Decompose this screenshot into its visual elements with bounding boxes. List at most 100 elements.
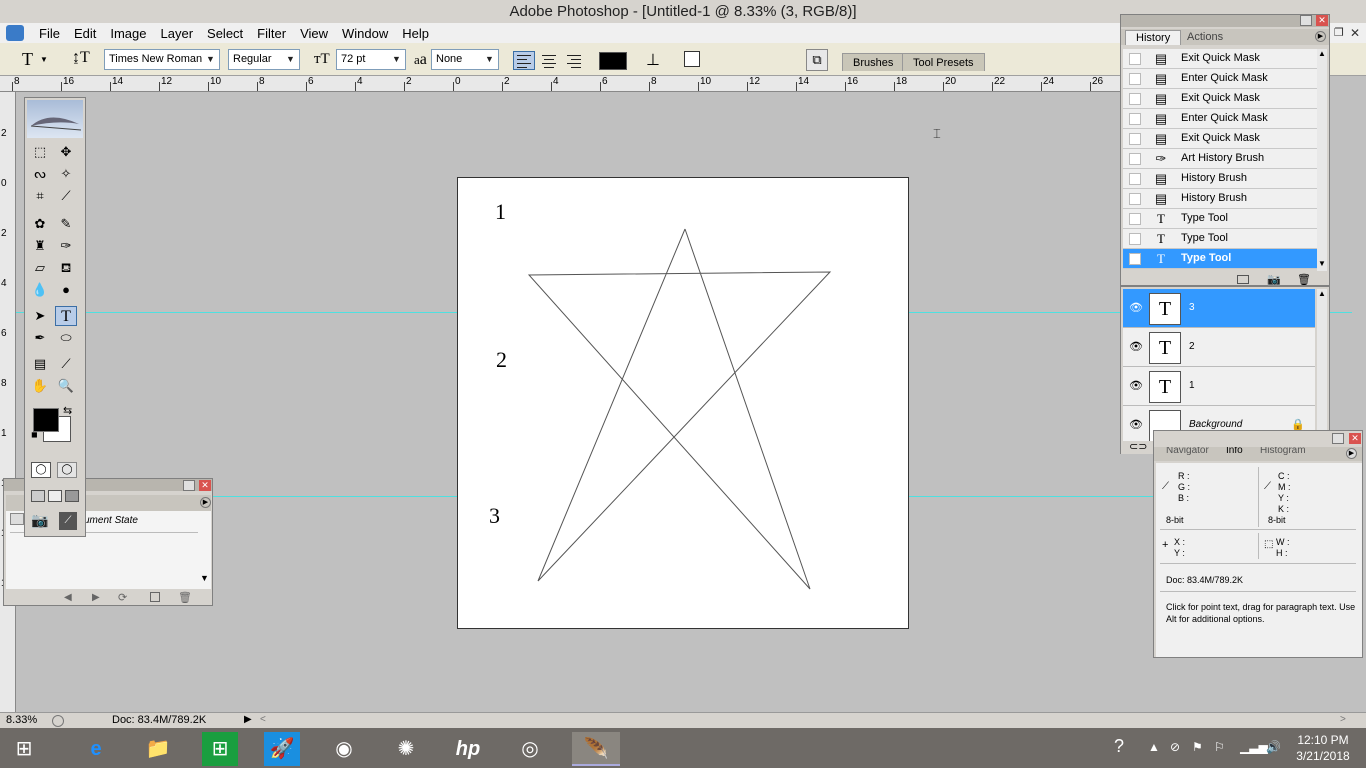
history-brush-tool-icon[interactable]: ✑: [55, 236, 77, 256]
antialias-select[interactable]: None ▼: [431, 49, 499, 70]
move-tool-icon[interactable]: ✥: [55, 142, 77, 162]
scroll-up-icon[interactable]: ▲: [1318, 289, 1326, 298]
step-forward-icon[interactable]: ▶: [92, 592, 100, 603]
chrome-icon[interactable]: ◎: [512, 732, 548, 766]
scroll-left-icon[interactable]: <: [260, 714, 266, 725]
imageready-icon[interactable]: ⟋: [59, 512, 77, 530]
align-center-button[interactable]: [538, 51, 560, 70]
type-tool-preset-icon[interactable]: T: [22, 49, 33, 70]
ellipse-tool-icon[interactable]: ⬭: [55, 328, 77, 348]
pen-tool-icon[interactable]: ✒: [29, 328, 51, 348]
eye-icon[interactable]: 👁: [1129, 379, 1143, 392]
hand-tool-icon[interactable]: ✋: [29, 376, 51, 396]
close-icon[interactable]: ✕: [199, 480, 211, 491]
layer-name[interactable]: Background: [1189, 419, 1242, 430]
close-icon[interactable]: ✕: [1316, 15, 1328, 26]
menu-help[interactable]: Help: [395, 26, 436, 41]
menu-edit[interactable]: Edit: [67, 26, 103, 41]
notes-tool-icon[interactable]: ▤: [29, 354, 51, 374]
eye-icon[interactable]: 👁: [1129, 301, 1143, 314]
action-center-icon[interactable]: ⚐: [1214, 740, 1225, 754]
clone-stamp-tool-icon[interactable]: ♜: [29, 236, 51, 256]
history-source-checkbox[interactable]: [1129, 93, 1141, 105]
panel-menu-icon[interactable]: ▶: [1315, 31, 1326, 42]
font-style-select[interactable]: Regular ▼: [228, 49, 300, 70]
doc-close-icon[interactable]: ✕: [1350, 24, 1360, 44]
layer-row-1[interactable]: 👁 T 1: [1123, 367, 1315, 406]
history-item[interactable]: ▤ Enter Quick Mask: [1123, 109, 1317, 129]
paint-bucket-tool-icon[interactable]: ⛾: [55, 258, 77, 278]
clock-time[interactable]: 12:10 PM: [1296, 733, 1350, 747]
magic-wand-tool-icon[interactable]: ✧: [55, 164, 77, 184]
history-source-checkbox[interactable]: [1129, 53, 1141, 65]
full-screen-menu-mode-icon[interactable]: [48, 490, 62, 502]
eyedropper-tool-icon[interactable]: ⟋: [55, 354, 77, 374]
scroll-right-icon[interactable]: >: [1340, 714, 1346, 725]
preset-dropdown-icon[interactable]: ▼: [40, 55, 48, 64]
standard-screen-mode-icon[interactable]: [31, 490, 45, 502]
eye-icon[interactable]: 👁: [1129, 418, 1143, 431]
menu-image[interactable]: Image: [103, 26, 153, 41]
font-family-select[interactable]: Times New Roman ▼: [104, 49, 220, 70]
rocket-app-icon[interactable]: 🚀: [264, 732, 300, 766]
quick-mask-mode-icon[interactable]: ◯: [57, 462, 77, 478]
minimize-icon[interactable]: [1332, 433, 1344, 444]
refresh-icon[interactable]: ⟳: [118, 591, 127, 604]
tab-info[interactable]: Info: [1226, 447, 1243, 456]
history-scrollbar[interactable]: ▲ ▼: [1317, 49, 1327, 271]
file-browser-icon[interactable]: ⧉: [806, 49, 828, 71]
history-source-checkbox[interactable]: [1129, 213, 1141, 225]
text-orientation-icon[interactable]: ↨T: [72, 49, 90, 67]
eraser-tool-icon[interactable]: ▱: [29, 258, 51, 278]
history-state-label[interactable]: ument State: [84, 515, 138, 526]
status-icon[interactable]: [52, 715, 64, 727]
healing-brush-tool-icon[interactable]: ✿: [29, 214, 51, 234]
new-snapshot-icon[interactable]: [150, 592, 160, 602]
history-source-checkbox[interactable]: [1129, 153, 1141, 165]
history-source-checkbox[interactable]: [1129, 173, 1141, 185]
history-source-checkbox[interactable]: [1129, 233, 1141, 245]
wifi-signal-icon[interactable]: ▁▃▅: [1240, 740, 1268, 754]
tab-tool-presets[interactable]: Tool Presets: [902, 53, 985, 71]
crop-tool-icon[interactable]: ⌗: [29, 186, 51, 206]
scroll-down-icon[interactable]: ▼: [200, 573, 209, 583]
windows-start-icon[interactable]: ⊞: [6, 732, 42, 766]
layer-name[interactable]: 3: [1189, 302, 1195, 313]
text-color-swatch[interactable]: [599, 52, 627, 70]
eye-icon[interactable]: 👁: [1129, 340, 1143, 353]
trash-icon[interactable]: 🗑: [178, 591, 192, 604]
toolbox-feather-logo[interactable]: [27, 100, 83, 138]
character-palette-icon[interactable]: [684, 51, 700, 67]
flag-icon[interactable]: ⚑: [1192, 740, 1203, 754]
slice-tool-icon[interactable]: ⟋: [55, 186, 77, 206]
foreground-color-swatch[interactable]: [33, 408, 59, 432]
menu-select[interactable]: Select: [200, 26, 250, 41]
history-source-checkbox[interactable]: [1129, 113, 1141, 125]
close-icon[interactable]: ✕: [1349, 433, 1361, 444]
zoom-tool-icon[interactable]: 🔍: [55, 376, 77, 396]
history-item-selected[interactable]: T Type Tool: [1123, 249, 1317, 269]
layer-row-2[interactable]: 👁 T 2: [1123, 328, 1315, 367]
tab-history[interactable]: History: [1125, 30, 1182, 45]
text-layer-3[interactable]: 3: [489, 503, 500, 529]
layer-name[interactable]: 1: [1189, 380, 1195, 391]
status-menu-arrow-icon[interactable]: ▶: [244, 714, 252, 725]
file-explorer-icon[interactable]: 📁: [140, 732, 176, 766]
jump-to-imageready-icon[interactable]: 📷: [31, 512, 55, 530]
photoshop-taskbar-icon[interactable]: 🪶: [572, 732, 620, 766]
scroll-up-icon[interactable]: ▲: [1318, 49, 1326, 58]
tab-navigator[interactable]: Navigator: [1166, 447, 1209, 456]
document-canvas[interactable]: 1 2 3: [457, 177, 909, 629]
dodge-tool-icon[interactable]: ●: [55, 280, 77, 300]
doc-restore-icon[interactable]: ❐: [1334, 24, 1344, 44]
menu-view[interactable]: View: [293, 26, 335, 41]
marquee-tool-icon[interactable]: ⬚: [29, 142, 51, 162]
tab-actions[interactable]: Actions: [1179, 30, 1231, 44]
show-hidden-icons-icon[interactable]: ▲: [1148, 740, 1160, 754]
panel-menu-icon[interactable]: ▶: [200, 497, 211, 508]
history-item[interactable]: ▤ Exit Quick Mask: [1123, 129, 1317, 149]
standard-mode-icon[interactable]: ◯: [31, 462, 51, 478]
scroll-down-icon[interactable]: ▼: [1318, 259, 1326, 268]
text-layer-1[interactable]: 1: [495, 199, 506, 225]
photoshop-app-icon[interactable]: [6, 25, 24, 41]
